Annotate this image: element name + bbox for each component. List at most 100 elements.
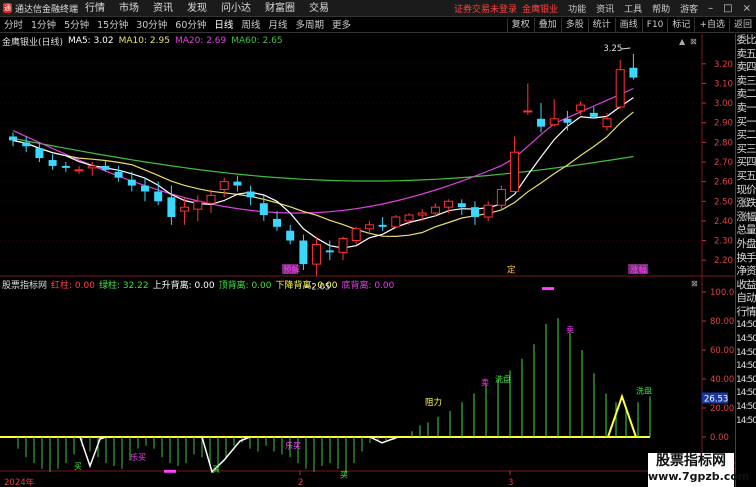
minimize-icon[interactable]: –: [708, 3, 713, 14]
period-monthly[interactable]: 月线: [264, 18, 291, 33]
sidebar-item[interactable]: 卖二: [736, 88, 756, 102]
sidebar-item[interactable]: 净资: [736, 265, 756, 279]
fuquan-button[interactable]: 复权: [506, 18, 534, 33]
candle-body: [154, 191, 163, 202]
sidebar-item[interactable]: 委比: [736, 34, 756, 48]
menu-item-hangqing[interactable]: 行情: [78, 0, 112, 17]
guest-label[interactable]: 游客: [680, 2, 698, 15]
indicator-series: [0, 287, 651, 475]
price-tick-label: 2.80: [714, 138, 733, 148]
sidebar-item[interactable]: 自动: [736, 292, 756, 306]
magenta-signal-marker: [542, 287, 554, 291]
sidebar-item[interactable]: 14:50: [736, 333, 756, 347]
menu-item-caifuquan[interactable]: 财富圈: [258, 0, 302, 17]
sidebar-item[interactable]: 涨跌: [736, 197, 756, 211]
back-button[interactable]: 返回: [728, 18, 756, 33]
duogu-button[interactable]: 多股: [560, 18, 588, 33]
candle-body: [193, 200, 203, 210]
candle-body: [127, 179, 136, 186]
candle-body: [273, 218, 281, 227]
sidebar-item[interactable]: 14:50: [736, 387, 756, 401]
sidebar-item[interactable]: 卖三: [736, 75, 756, 89]
chart-canvas[interactable]: 3.20 3.10 3.00 2.90 2.80 2.70 2.60 2.50 2.40 2.30…: [0, 34, 735, 487]
sidebar-item[interactable]: 卖四: [736, 61, 756, 75]
label-mai2: 卖: [566, 326, 574, 335]
period-30min[interactable]: 30分钟: [132, 18, 171, 33]
menu-item-faxian[interactable]: 发现: [180, 0, 214, 17]
ma10-label: MA10: 2.95: [118, 36, 170, 46]
biaoji-button[interactable]: 标记: [667, 18, 694, 33]
menu-item-wenxiaoda[interactable]: 问小达: [214, 0, 258, 17]
candle-body: [312, 243, 322, 265]
sidebar-item[interactable]: 买一: [736, 116, 756, 130]
sidebar-item[interactable]: 外盘: [736, 238, 756, 252]
period-fenshi[interactable]: 分时: [0, 18, 27, 33]
high-price-pointer: [621, 47, 631, 50]
period-weekly[interactable]: 周线: [237, 18, 264, 33]
candle-body: [430, 206, 440, 214]
indicator-tick-label: 40.00: [710, 375, 734, 385]
app-title: 通达信金融终端: [14, 4, 78, 15]
candle-body: [141, 185, 149, 192]
bangzhu-menu[interactable]: 帮助: [652, 2, 670, 15]
sidebar-item[interactable]: 总量: [736, 224, 756, 238]
sidebar-item[interactable]: 14:50: [736, 319, 756, 333]
indicator-tick-label: 20.00: [710, 404, 734, 414]
date-label-feb: 2: [298, 478, 303, 487]
tongji-button[interactable]: 统计: [587, 18, 615, 33]
sidebar-item[interactable]: 行情: [736, 306, 756, 320]
sidebar-item[interactable]: 买五: [736, 170, 756, 184]
menu-item-jiaoyi[interactable]: 交易: [302, 0, 336, 17]
sidebar-item[interactable]: 买三: [736, 143, 756, 157]
label-xipan1: 洗盘: [495, 374, 511, 384]
candle-body: [48, 160, 57, 166]
stock-link[interactable]: 金鹰银业: [522, 2, 558, 15]
diejia-button[interactable]: 叠加: [533, 18, 561, 33]
candle-body: [496, 188, 506, 206]
sidebar-item[interactable]: 14:50: [736, 360, 756, 374]
sidebar-item[interactable]: 14:50: [736, 415, 756, 429]
sidebar-item[interactable]: 14:50: [736, 374, 756, 388]
period-5min[interactable]: 5分钟: [60, 18, 93, 33]
maximize-icon[interactable]: □: [723, 3, 732, 14]
period-1min[interactable]: 1分钟: [27, 18, 60, 33]
sidebar-item[interactable]: 现价: [736, 184, 756, 198]
sidebar-item[interactable]: 14:50: [736, 347, 756, 361]
zixun-menu[interactable]: 资讯: [596, 2, 614, 15]
candle-body: [286, 230, 295, 241]
candle-body: [364, 224, 374, 230]
price-tick-label: 2.50: [714, 197, 733, 207]
sidebar-item[interactable]: 买二: [736, 129, 756, 143]
sidebar-item[interactable]: 涨幅: [736, 211, 756, 225]
sidebar-item[interactable]: 卖一: [736, 102, 756, 116]
period-multi[interactable]: 多周期: [291, 18, 328, 33]
huaxian-button[interactable]: 画线: [614, 18, 642, 33]
add-watchlist-button[interactable]: +自选: [694, 18, 729, 33]
period-60min[interactable]: 60分钟: [171, 18, 210, 33]
menu-item-shichang[interactable]: 市场: [112, 0, 146, 17]
ma60-line: [12, 137, 634, 182]
close-icon[interactable]: ×: [743, 3, 751, 14]
panel-settings-icon: ⊠: [690, 37, 697, 46]
label-lecho2: 乐买: [285, 441, 301, 451]
candle-body: [589, 112, 598, 117]
sidebar-item[interactable]: 收益: [736, 279, 756, 293]
sidebar-item[interactable]: 换手: [736, 252, 756, 266]
gongneng-menu[interactable]: 功能: [568, 2, 586, 15]
candle-body: [576, 104, 586, 112]
marker-label-ding: 定: [507, 265, 516, 276]
app-window: 通 通达信金融终端 行情 市场 资讯 发现 问小达 财富圈 交易 证券交易未登录…: [0, 0, 756, 487]
label-buy3: 买: [340, 471, 348, 480]
period-15min[interactable]: 15分钟: [93, 18, 132, 33]
gongju-menu[interactable]: 工具: [624, 2, 642, 15]
f10-button[interactable]: F10: [641, 18, 668, 33]
sidebar-item[interactable]: 买四: [736, 156, 756, 170]
period-more[interactable]: 更多: [328, 18, 355, 33]
sidebar-item[interactable]: 卖五: [736, 48, 756, 62]
ma5-label: MA5: 3.02: [68, 36, 114, 46]
label-mai1: 卖: [481, 378, 489, 387]
menu-item-zixun[interactable]: 资讯: [146, 0, 180, 17]
period-daily[interactable]: 日线: [210, 18, 237, 33]
login-status[interactable]: 证券交易未登录: [454, 2, 517, 15]
sidebar-item[interactable]: 14:50: [736, 401, 756, 415]
